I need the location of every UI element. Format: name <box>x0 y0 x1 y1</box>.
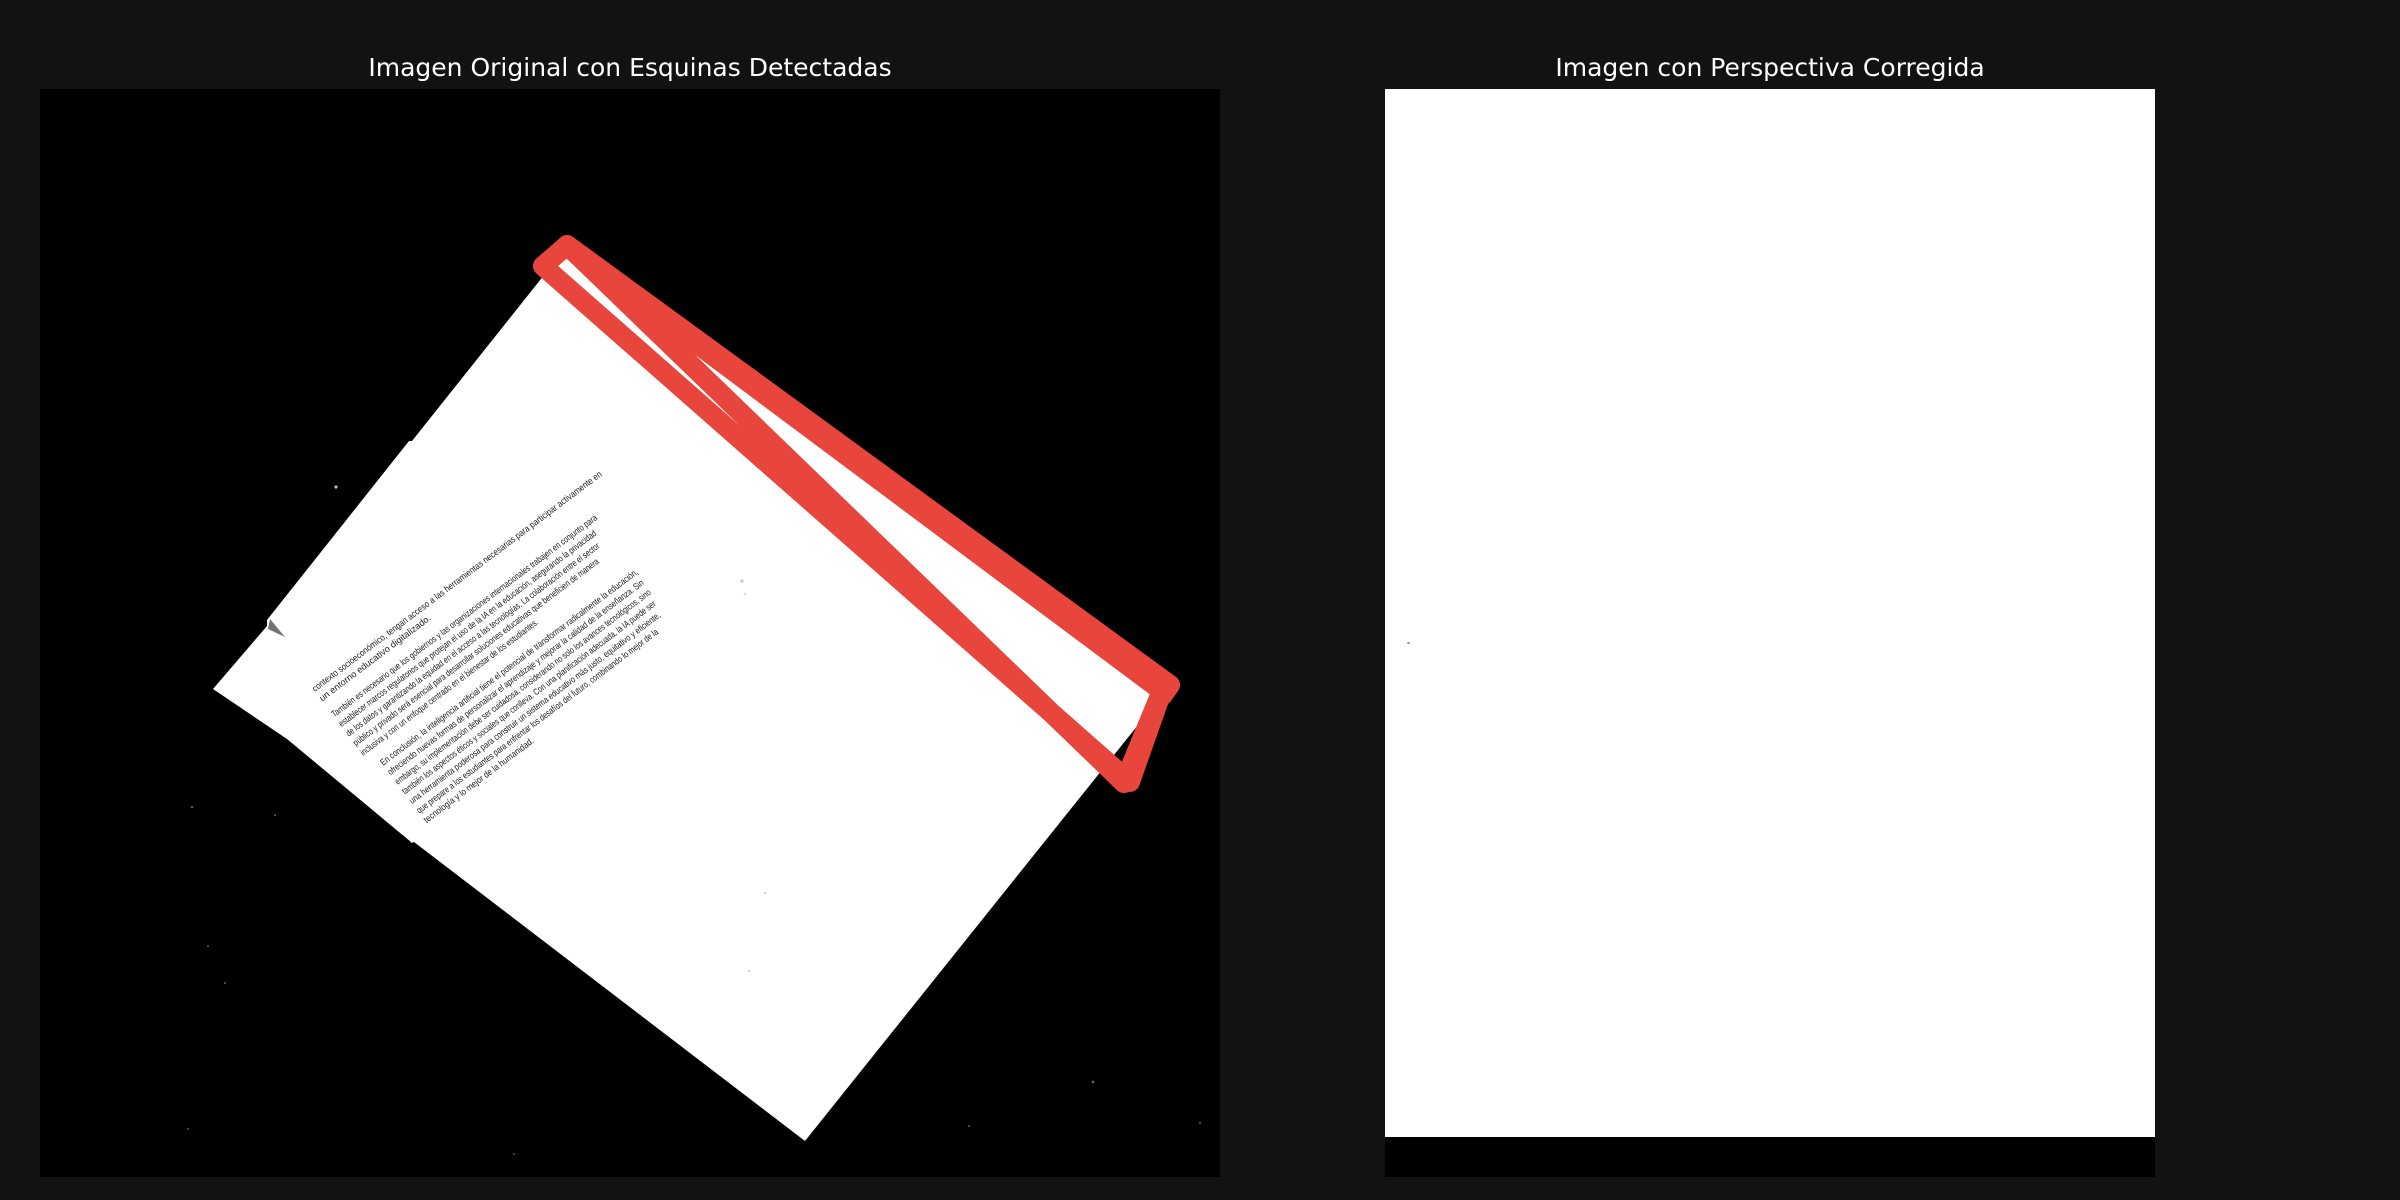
dust-speck <box>1198 1121 1202 1125</box>
dust-speck <box>763 891 767 895</box>
dust-speck <box>512 1152 516 1156</box>
dust-speck <box>740 579 744 583</box>
dust-speck <box>1091 1080 1095 1084</box>
dust-speck <box>223 981 227 985</box>
original-image: contexto socioeconómico, tengan acceso a… <box>40 89 1220 1177</box>
original-image-panel: contexto socioeconómico, tengan acceso a… <box>40 89 1220 1177</box>
dust-speck <box>967 1124 971 1128</box>
dust-speck <box>206 944 210 948</box>
dust-speck <box>1407 642 1410 644</box>
corrected-image-panel <box>1385 89 2155 1177</box>
detected-corner-marker <box>1119 775 1135 791</box>
right-panel-title: Imagen con Perspectiva Corregida <box>1555 53 1985 82</box>
left-panel-title: Imagen Original con Esquinas Detectadas <box>368 53 892 82</box>
corrected-document-page <box>1385 89 2155 1137</box>
detected-corner-marker <box>535 258 551 274</box>
detected-corner-marker <box>559 237 575 253</box>
dust-speck <box>743 592 747 596</box>
dust-speck <box>747 969 751 973</box>
dust-speck <box>334 485 338 489</box>
dust-speck <box>190 805 194 809</box>
dust-speck <box>186 1127 190 1131</box>
detected-corner-marker <box>1153 683 1169 699</box>
dust-speck <box>273 813 277 817</box>
